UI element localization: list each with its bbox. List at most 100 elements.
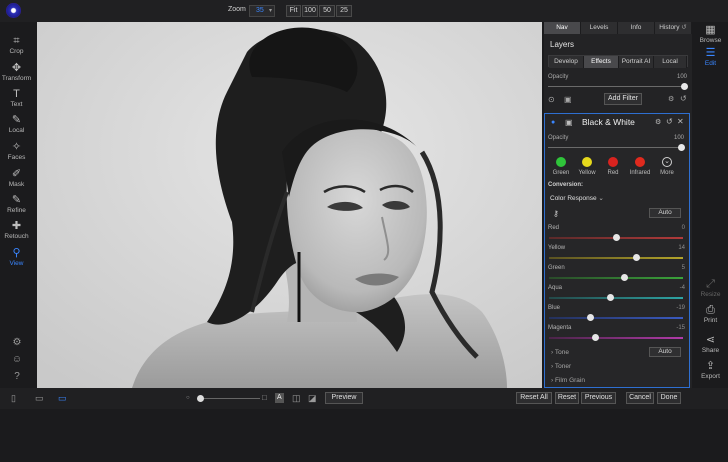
- zoom-in-icon[interactable]: □: [262, 393, 267, 403]
- settings-icon[interactable]: ⚙: [668, 95, 674, 103]
- adj-yellow-label: Yellow: [548, 245, 566, 251]
- red-swatch-icon: [608, 157, 618, 167]
- section-film-grain[interactable]: › Film Grain: [551, 377, 585, 384]
- adj-yellow-knob[interactable]: [632, 254, 640, 261]
- preset-more[interactable]: ⌄ More: [653, 157, 681, 176]
- zoom-select[interactable]: 35 ▾: [249, 5, 275, 17]
- tab-effects[interactable]: Effects: [584, 56, 619, 68]
- photo-canvas[interactable]: [37, 22, 542, 388]
- toggle-left-panel-icon[interactable]: ▯: [11, 393, 16, 403]
- reset-button[interactable]: Reset: [555, 392, 579, 404]
- adj-blue-track[interactable]: [549, 317, 683, 319]
- adj-red-value: 0: [681, 225, 685, 231]
- section-toner[interactable]: › Toner: [551, 363, 571, 370]
- tab-nav[interactable]: Nav: [544, 22, 581, 34]
- zoom-out-icon[interactable]: ○: [186, 393, 190, 403]
- faces-icon: ✧: [11, 141, 22, 153]
- adj-blue-label: Blue: [548, 305, 561, 311]
- zoom-fit-button[interactable]: Fit: [286, 5, 301, 17]
- filmstrip-icon[interactable]: ▭: [35, 393, 44, 403]
- layers-icon[interactable]: ⚙: [11, 337, 23, 349]
- tool-browse[interactable]: ▦ Browse: [693, 24, 728, 44]
- adj-aqua-track[interactable]: [549, 297, 683, 299]
- adj-yellow-track[interactable]: [549, 257, 683, 259]
- tab-develop[interactable]: Develop: [549, 56, 584, 68]
- adj-magenta-track[interactable]: [549, 337, 683, 339]
- tool-refine[interactable]: ✎ Refine: [0, 194, 33, 214]
- printer-icon: ⎙: [706, 304, 715, 316]
- tool-text[interactable]: T Text: [0, 88, 33, 108]
- adj-red-label: Red: [548, 225, 560, 231]
- gear-icon[interactable]: ⚙: [655, 118, 661, 126]
- adj-aqua-knob[interactable]: [607, 294, 615, 301]
- layer-opacity-label: Opacity: [548, 74, 569, 80]
- preset-red[interactable]: Red: [599, 157, 627, 176]
- tool-transform[interactable]: ✥ Transform: [0, 62, 33, 82]
- zoom-100-button[interactable]: 100: [302, 5, 318, 17]
- tab-portrait-ai[interactable]: Portrait AI: [619, 56, 654, 68]
- adj-green-label: Green: [548, 265, 565, 271]
- preset-green[interactable]: Green: [547, 157, 575, 176]
- adj-green-track[interactable]: [549, 277, 683, 279]
- adj-red-knob[interactable]: [612, 234, 620, 241]
- eyedropper-icon[interactable]: ⚷: [553, 209, 559, 218]
- preset-yellow[interactable]: Yellow: [573, 157, 601, 176]
- mask-view-icon[interactable]: ◪: [308, 393, 317, 403]
- reset-all-button[interactable]: Reset All: [516, 392, 552, 404]
- previous-button[interactable]: Previous: [581, 392, 616, 404]
- zoom-25-button[interactable]: 25: [336, 5, 352, 17]
- filter-opacity-track[interactable]: [548, 147, 683, 148]
- cancel-button[interactable]: Cancel: [626, 392, 654, 404]
- person-icon[interactable]: ☺: [11, 354, 23, 366]
- compare-split-icon[interactable]: ◫: [292, 393, 301, 403]
- zoom-50-button[interactable]: 50: [319, 5, 335, 17]
- tool-faces[interactable]: ✧ Faces: [0, 141, 33, 161]
- tool-retouch[interactable]: ✚ Retouch: [0, 220, 33, 240]
- preview-button[interactable]: Preview: [325, 392, 363, 404]
- tool-print[interactable]: ⎙ Print: [693, 304, 728, 324]
- filter-enabled-icon[interactable]: ●: [551, 119, 555, 126]
- tool-edit[interactable]: ☰ Edit: [693, 47, 728, 67]
- tool-label: Retouch: [4, 233, 29, 240]
- app-logo-icon: [6, 3, 21, 18]
- conversion-auto-button[interactable]: Auto: [649, 208, 681, 218]
- left-toolbar: ⌗ Crop ✥ Transform T Text ✎ Local ✧ Face…: [0, 22, 33, 388]
- close-icon[interactable]: ✕: [677, 117, 684, 126]
- compare-a-icon[interactable]: A: [275, 393, 284, 403]
- zoom-slider-track[interactable]: [200, 398, 260, 399]
- tool-label: Text: [10, 101, 23, 108]
- tool-local[interactable]: ✎ Local: [0, 114, 33, 134]
- filter-mask-icon[interactable]: ▣: [565, 118, 573, 127]
- filter-opacity-knob[interactable]: [678, 144, 685, 151]
- tone-auto-button[interactable]: Auto: [649, 347, 681, 357]
- tab-levels[interactable]: Levels: [581, 22, 618, 34]
- layer-mask-icon[interactable]: ▣: [564, 95, 572, 104]
- add-filter-button[interactable]: Add Filter: [604, 93, 642, 105]
- zoom-slider-knob[interactable]: [197, 395, 204, 402]
- adj-magenta-knob[interactable]: [592, 334, 600, 341]
- tab-history[interactable]: History ↺: [655, 22, 692, 34]
- undo-icon: ↺: [681, 24, 687, 31]
- adj-blue-knob[interactable]: [587, 314, 595, 321]
- preset-infrared[interactable]: Infrared: [626, 157, 654, 176]
- tool-mask[interactable]: ✐ Mask: [0, 168, 33, 188]
- single-view-icon[interactable]: ▭: [58, 393, 67, 403]
- adj-green-knob[interactable]: [620, 274, 628, 281]
- done-button[interactable]: Done: [657, 392, 681, 404]
- tab-info[interactable]: Info: [618, 22, 655, 34]
- layer-opacity-track[interactable]: [548, 86, 685, 87]
- layer-opacity-knob[interactable]: [681, 83, 688, 90]
- tool-resize[interactable]: ⤢ Resize: [693, 278, 728, 298]
- tool-crop[interactable]: ⌗ Crop: [0, 35, 33, 55]
- section-tone[interactable]: › Tone: [551, 349, 569, 356]
- conversion-select[interactable]: Color Response ⌄: [550, 194, 604, 202]
- tool-view[interactable]: ⚲ View: [0, 247, 33, 267]
- tab-local[interactable]: Local: [654, 56, 687, 68]
- help-icon[interactable]: ?: [11, 371, 23, 383]
- tool-share[interactable]: ⋖ Share: [693, 334, 728, 354]
- reset-icon[interactable]: ↺: [666, 117, 673, 126]
- top-bar: Zoom 35 ▾ Fit 100 50 25: [0, 0, 728, 22]
- reset-icon[interactable]: ↺: [680, 94, 687, 103]
- mask-icon[interactable]: ⊙: [548, 95, 555, 104]
- tool-export[interactable]: ⇪ Export: [693, 360, 728, 380]
